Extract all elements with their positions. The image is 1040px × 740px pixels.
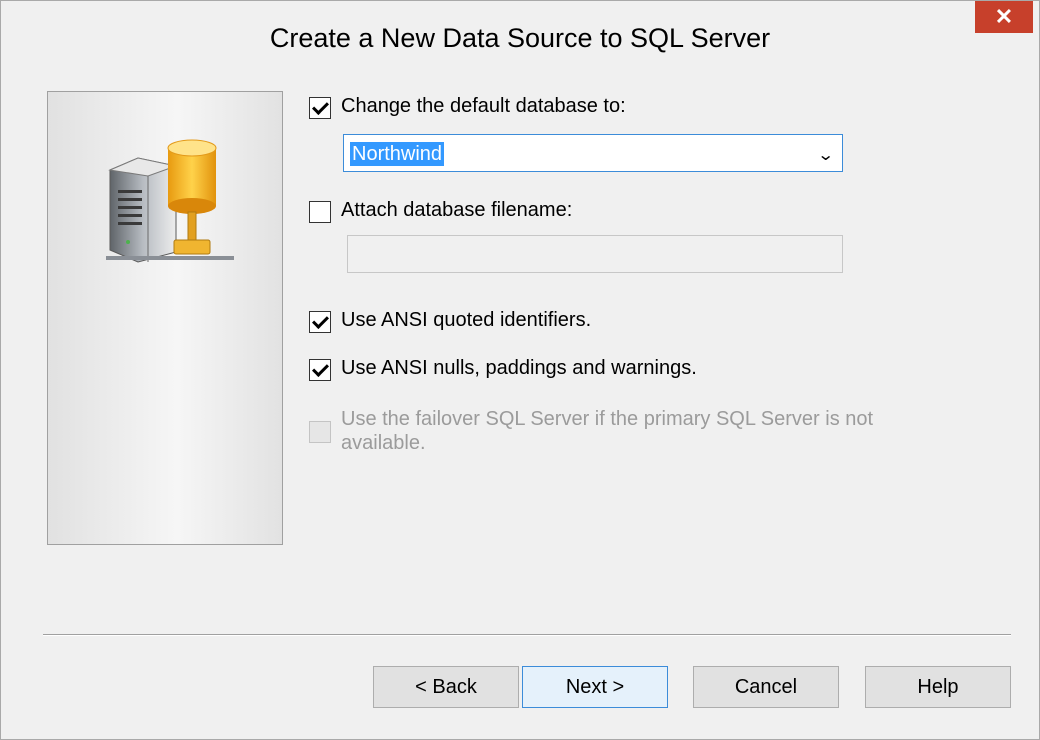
default-database-select[interactable]: Northwind ⌄ [343,134,843,172]
dialog-window: Create a New Data Source to SQL Server ✕ [0,0,1040,740]
button-separator [43,634,1011,636]
attach-filename-input[interactable] [347,235,843,273]
next-button[interactable]: Next > [522,666,668,708]
attach-filename-label: Attach database filename: [341,199,573,221]
close-button[interactable]: ✕ [975,1,1033,33]
failover-checkbox [309,421,331,443]
close-icon: ✕ [994,4,1014,29]
ansi-quoted-label: Use ANSI quoted identifiers. [341,309,592,331]
default-database-value: Northwind [350,142,445,166]
ansi-quoted-option[interactable]: Use ANSI quoted identifiers. [309,309,591,333]
attach-filename-checkbox[interactable] [309,201,331,223]
change-default-db-checkbox[interactable] [309,97,331,119]
failover-option: Use the failover SQL Server if the prima… [309,407,909,455]
change-default-db-label: Change the default database to: [341,95,626,117]
title-bar[interactable]: Create a New Data Source to SQL Server ✕ [1,1,1039,75]
cancel-button[interactable]: Cancel [693,666,839,708]
dialog-client-area: Change the default database to: Northwin… [21,73,1031,731]
help-button[interactable]: Help [865,666,1011,708]
ansi-nulls-option[interactable]: Use ANSI nulls, paddings and warnings. [309,357,697,381]
back-button[interactable]: < Back [373,666,519,708]
change-default-db-option[interactable]: Change the default database to: [309,95,626,119]
dialog-title: Create a New Data Source to SQL Server [269,23,771,53]
wizard-image-panel [47,91,283,545]
ansi-nulls-label: Use ANSI nulls, paddings and warnings. [341,357,697,379]
chevron-down-icon[interactable]: ⌄ [817,145,834,165]
ansi-nulls-checkbox[interactable] [309,359,331,381]
server-database-icon [106,139,234,263]
attach-filename-option[interactable]: Attach database filename: [309,199,572,223]
failover-label: Use the failover SQL Server if the prima… [341,408,874,454]
ansi-quoted-checkbox[interactable] [309,311,331,333]
